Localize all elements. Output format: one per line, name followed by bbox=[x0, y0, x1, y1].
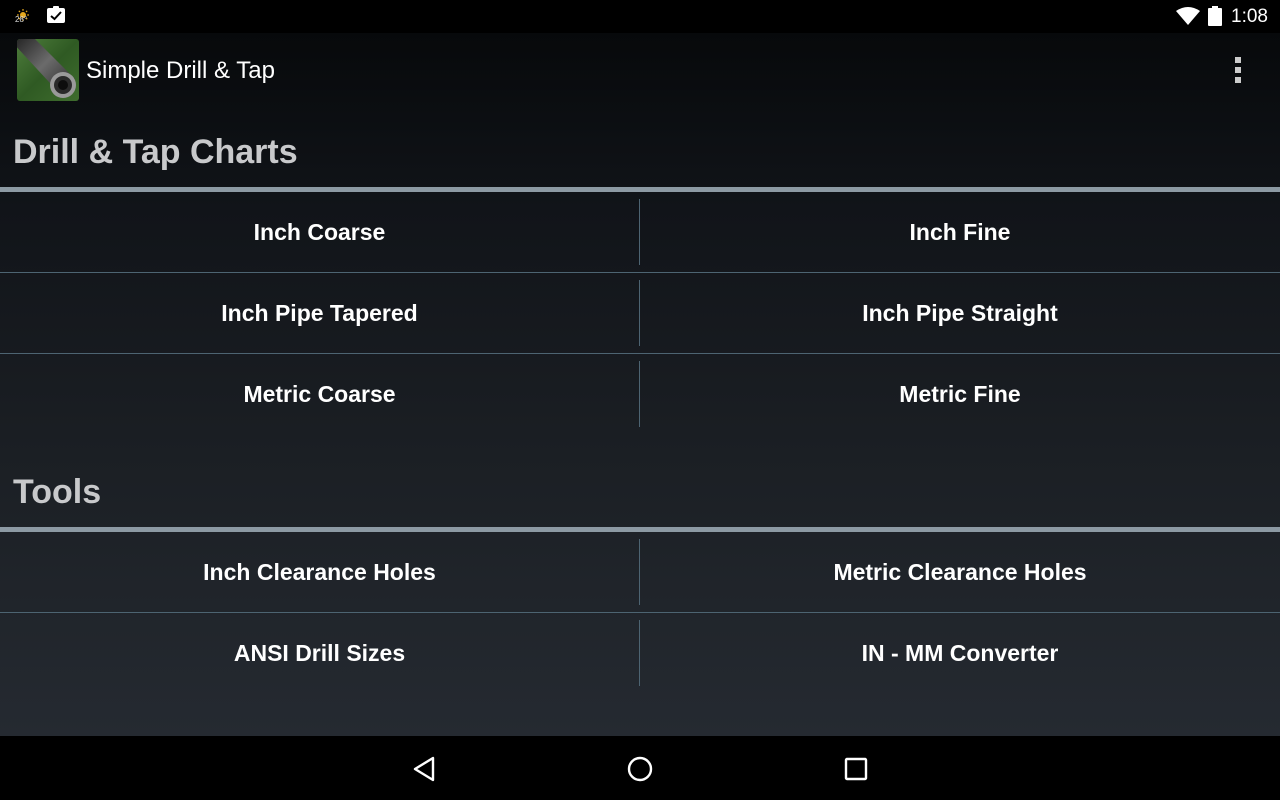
metric-fine-button[interactable]: Metric Fine bbox=[640, 354, 1280, 434]
section-title-charts: Drill & Tap Charts bbox=[13, 133, 298, 171]
inch-coarse-button[interactable]: Inch Coarse bbox=[0, 192, 639, 272]
inch-pipe-tapered-button[interactable]: Inch Pipe Tapered bbox=[0, 273, 639, 353]
navigation-bar bbox=[0, 736, 1280, 800]
wifi-icon bbox=[1176, 7, 1200, 25]
inch-fine-button[interactable]: Inch Fine bbox=[640, 192, 1280, 272]
drill-bit-app-icon[interactable] bbox=[17, 39, 79, 101]
app-title: Simple Drill & Tap bbox=[86, 57, 275, 84]
inch-pipe-straight-button[interactable]: Inch Pipe Straight bbox=[640, 273, 1280, 353]
battery-icon bbox=[1208, 6, 1222, 26]
ansi-drill-sizes-button[interactable]: ANSI Drill Sizes bbox=[0, 613, 639, 693]
clipboard-check-icon bbox=[47, 6, 65, 23]
charts-row: Inch Pipe Tapered Inch Pipe Straight bbox=[0, 273, 1280, 354]
recents-icon[interactable] bbox=[841, 754, 871, 784]
main-content: Simple Drill & Tap Drill & Tap Charts In… bbox=[0, 33, 1280, 736]
metric-clearance-holes-button[interactable]: Metric Clearance Holes bbox=[640, 532, 1280, 612]
charts-row: Metric Coarse Metric Fine bbox=[0, 354, 1280, 435]
action-bar: Simple Drill & Tap bbox=[0, 33, 1280, 109]
home-icon[interactable] bbox=[625, 754, 655, 784]
charts-grid: Inch Coarse Inch Fine Inch Pipe Tapered … bbox=[0, 192, 1280, 435]
weather-temperature: 28° bbox=[15, 15, 28, 24]
metric-coarse-button[interactable]: Metric Coarse bbox=[0, 354, 639, 434]
back-icon[interactable] bbox=[409, 754, 439, 784]
status-clock: 1:08 bbox=[1231, 6, 1268, 27]
inch-clearance-holes-button[interactable]: Inch Clearance Holes bbox=[0, 532, 639, 612]
tools-row: ANSI Drill Sizes IN - MM Converter bbox=[0, 613, 1280, 694]
section-title-tools: Tools bbox=[13, 473, 102, 511]
tools-grid: Inch Clearance Holes Metric Clearance Ho… bbox=[0, 532, 1280, 694]
tools-row: Inch Clearance Holes Metric Clearance Ho… bbox=[0, 532, 1280, 613]
charts-row: Inch Coarse Inch Fine bbox=[0, 192, 1280, 273]
in-mm-converter-button[interactable]: IN - MM Converter bbox=[640, 613, 1280, 693]
overflow-menu-icon[interactable] bbox=[1226, 55, 1250, 85]
status-bar: 28° 1:08 bbox=[0, 0, 1280, 33]
